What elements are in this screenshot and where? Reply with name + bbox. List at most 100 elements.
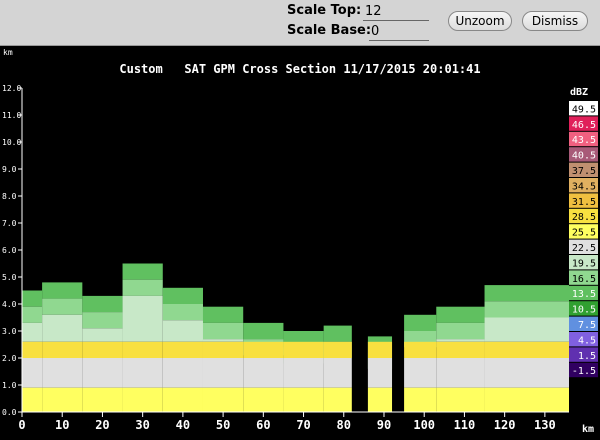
reflectivity-cell [122, 263, 163, 280]
x-tick-label: 20 [95, 418, 109, 432]
y-tick-label: 2.0 [2, 354, 17, 363]
y-tick-label: 5.0 [2, 273, 17, 282]
reflectivity-cell [323, 341, 352, 358]
reflectivity-cell [162, 287, 203, 304]
y-unit-label: km [3, 48, 13, 57]
cross-section-chart: km km dBZ 0 10 20 30 40 50 60 70 80 90 100 110 120 13… [2, 48, 598, 435]
reflectivity-cell [42, 298, 83, 315]
legend-label: -1.5 [572, 366, 596, 377]
color-legend: 49.5 46.5 43.5 40.5 37.5 34.5 31.5 28.5 25.5 22.5… [569, 101, 598, 377]
reflectivity-cell [283, 341, 324, 358]
y-tick-label: 9.0 [2, 165, 17, 174]
scale-top-label: Scale Top: [287, 3, 362, 18]
scale-base-input[interactable]: 0 [369, 23, 429, 41]
reflectivity-cell [367, 358, 393, 388]
reflectivity-cell [162, 358, 203, 388]
x-tick-label: 40 [176, 418, 190, 432]
y-tick-label: 6.0 [2, 246, 17, 255]
reflectivity-cell [484, 317, 569, 342]
legend-label: 25.5 [572, 228, 596, 239]
legend-label: 31.5 [572, 197, 596, 208]
reflectivity-cell [22, 341, 43, 358]
x-tick-label: 30 [135, 418, 149, 432]
legend-label: 10.5 [572, 305, 596, 316]
reflectivity-cell [436, 387, 485, 412]
legend-label: 16.5 [572, 274, 596, 285]
y-tick-label: 8.0 [2, 192, 17, 201]
x-tick-label: 0 [18, 418, 25, 432]
reflectivity-cell [202, 322, 244, 340]
y-tick-label: 4.0 [2, 300, 17, 309]
reflectivity-cell [404, 314, 437, 331]
unzoom-button[interactable]: Unzoom [448, 11, 512, 31]
reflectivity-cell [436, 341, 485, 358]
x-tick-label: 60 [256, 418, 270, 432]
reflectivity-cell [122, 387, 163, 412]
x-tick-label: 110 [454, 418, 476, 432]
reflectivity-cell [243, 341, 284, 358]
y-tick-label: 3.0 [2, 327, 17, 336]
reflectivity-cell [162, 387, 203, 412]
reflectivity-cell [42, 341, 83, 358]
reflectivity-cell [82, 387, 123, 412]
reflectivity-cell [436, 322, 485, 340]
reflectivity-cell [323, 358, 352, 388]
reflectivity-cell [122, 295, 163, 342]
x-tick-label: 100 [413, 418, 435, 432]
reflectivity-cell [82, 312, 123, 329]
reflectivity-cell [436, 339, 485, 342]
reflectivity-cell [404, 387, 437, 412]
reflectivity-cell [404, 358, 437, 388]
reflectivity-cell [484, 387, 569, 412]
reflectivity-cell [202, 341, 244, 358]
reflectivity-cell [42, 314, 83, 342]
x-tick-label: 50 [216, 418, 230, 432]
y-tick-label: 7.0 [2, 219, 17, 228]
y-tick-label: 10.0 [2, 138, 21, 147]
x-tick-label: 130 [534, 418, 556, 432]
legend-label: 43.5 [572, 135, 596, 146]
legend-label: 46.5 [572, 120, 596, 131]
reflectivity-cell [436, 306, 485, 323]
dismiss-button[interactable]: Dismiss [522, 11, 588, 31]
y-tick-label: 1.0 [2, 381, 17, 390]
legend-label: 34.5 [572, 181, 596, 192]
reflectivity-cell [323, 387, 352, 412]
reflectivity-cell [162, 304, 203, 321]
reflectivity-cell [436, 358, 485, 388]
reflectivity-cell [42, 387, 83, 412]
reflectivity-cell [122, 358, 163, 388]
legend-label: 13.5 [572, 289, 596, 300]
reflectivity-cell [243, 387, 284, 412]
legend-label: 7.5 [578, 320, 596, 331]
reflectivity-cell [22, 290, 43, 307]
reflectivity-field [22, 263, 569, 412]
toolbar: Scale Top: 12 Scale Base: 0 Unzoom Dismi… [0, 0, 600, 46]
reflectivity-cell [122, 279, 163, 296]
x-tick-label: 80 [337, 418, 351, 432]
legend-label: 4.5 [578, 335, 596, 346]
reflectivity-cell [367, 341, 393, 358]
scale-base-label: Scale Base: [287, 23, 372, 38]
reflectivity-cell [243, 358, 284, 388]
reflectivity-cell [202, 339, 244, 342]
reflectivity-cell [484, 285, 569, 302]
x-unit-label: km [582, 424, 594, 435]
legend-unit-label: dBZ [570, 87, 588, 98]
reflectivity-cell [82, 295, 123, 313]
reflectivity-cell [202, 306, 244, 323]
x-tick-label: 10 [55, 418, 69, 432]
reflectivity-cell [82, 358, 123, 388]
reflectivity-cell [202, 387, 244, 412]
legend-label: 49.5 [572, 104, 596, 115]
reflectivity-cell [22, 387, 43, 412]
reflectivity-cell [484, 301, 569, 318]
cross-section-plot[interactable]: Custom SAT GPM Cross Section 11/17/2015 … [0, 46, 600, 440]
y-tick-label: 11.0 [2, 111, 21, 120]
scale-top-input[interactable]: 12 [363, 3, 429, 21]
reflectivity-cell [484, 358, 569, 388]
reflectivity-cell [162, 320, 203, 342]
reflectivity-cell [42, 282, 83, 299]
legend-label: 19.5 [572, 258, 596, 269]
legend-label: 1.5 [578, 351, 596, 362]
